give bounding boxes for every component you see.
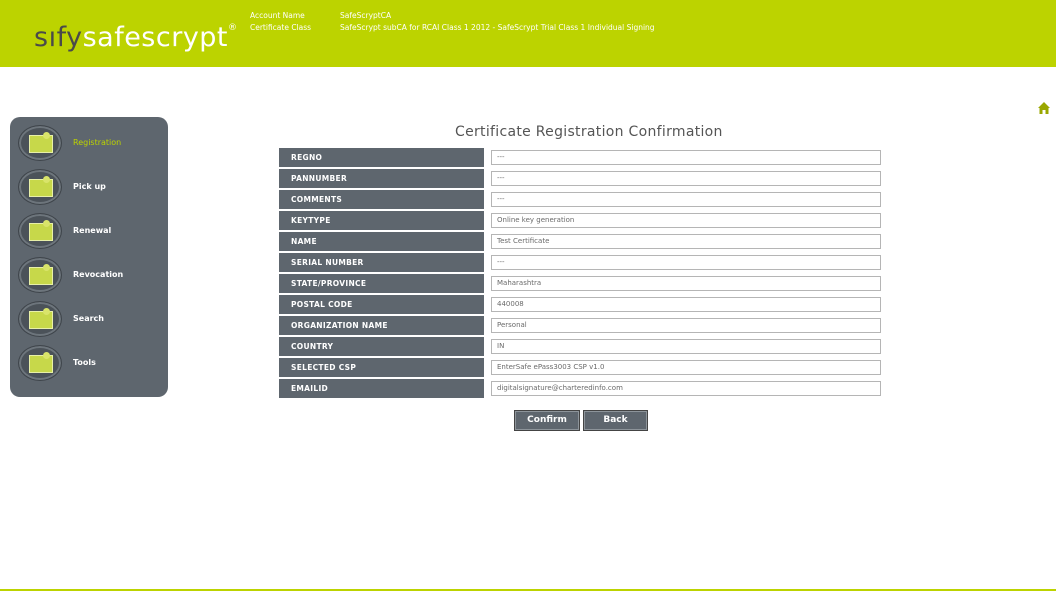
sidebar-item-renewal[interactable]: Renewal	[10, 213, 168, 253]
field-label: COMMENTS	[279, 190, 484, 209]
field-label: NAME	[279, 232, 484, 251]
certificate-edit-icon	[18, 125, 62, 161]
table-row: COUNTRY IN	[279, 337, 881, 356]
home-icon[interactable]	[1037, 101, 1051, 115]
sidebar-item-registration[interactable]: Registration	[10, 125, 168, 165]
sidebar-item-label: Renewal	[73, 226, 112, 235]
table-row: COMMENTS ---	[279, 190, 881, 209]
table-row: STATE/PROVINCE Maharashtra	[279, 274, 881, 293]
field-label: PANNUMBER	[279, 169, 484, 188]
field-label: STATE/PROVINCE	[279, 274, 484, 293]
logo-safescrypt-text: safescrypt	[82, 22, 229, 53]
back-button[interactable]: Back	[583, 410, 648, 431]
field-label: SERIAL NUMBER	[279, 253, 484, 272]
sidebar-nav: Registration Pick up Renewal Revocation …	[10, 117, 168, 397]
field-value: Online key generation	[491, 213, 881, 228]
field-value: ---	[491, 150, 881, 165]
field-label: KEYTYPE	[279, 211, 484, 230]
field-value: 440008	[491, 297, 881, 312]
sidebar-item-pickup[interactable]: Pick up	[10, 169, 168, 209]
table-row: REGNO ---	[279, 148, 881, 167]
certificate-revoke-icon	[18, 257, 62, 293]
field-value: digitalsignature@charteredinfo.com	[491, 381, 881, 396]
sidebar-item-label: Revocation	[73, 270, 124, 279]
sidebar-item-search[interactable]: Search	[10, 301, 168, 341]
certificate-tools-icon	[18, 345, 62, 381]
field-label: ORGANIZATION NAME	[279, 316, 484, 335]
account-info-values: SafeScryptCA SafeScrypt subCA for RCAI C…	[340, 10, 655, 34]
account-info-labels: Account Name Certificate Class	[250, 10, 311, 34]
sidebar-item-label: Pick up	[73, 182, 106, 191]
table-row: POSTAL CODE 440008	[279, 295, 881, 314]
sify-safescrypt-logo[interactable]: sıfysafescrypt®	[34, 18, 238, 54]
field-value: IN	[491, 339, 881, 354]
field-value: ---	[491, 171, 881, 186]
field-label: REGNO	[279, 148, 484, 167]
field-value: EnterSafe ePass3003 CSP v1.0	[491, 360, 881, 375]
certificate-renew-icon	[18, 213, 62, 249]
sidebar-item-label: Tools	[73, 358, 96, 367]
page-title: Certificate Registration Confirmation	[455, 124, 723, 140]
field-label: EMAILID	[279, 379, 484, 398]
field-value: Test Certificate	[491, 234, 881, 249]
field-label: SELECTED CSP	[279, 358, 484, 377]
account-name-value: SafeScryptCA	[340, 11, 392, 20]
table-row: PANNUMBER ---	[279, 169, 881, 188]
field-value: Personal	[491, 318, 881, 333]
field-value: ---	[491, 255, 881, 270]
header-bar: sıfysafescrypt® Account Name Certificate…	[0, 0, 1056, 67]
field-value: Maharashtra	[491, 276, 881, 291]
table-row: SELECTED CSP EnterSafe ePass3003 CSP v1.…	[279, 358, 881, 377]
sidebar-item-label: Search	[73, 314, 104, 323]
certificate-class-label: Certificate Class	[250, 23, 312, 32]
sidebar-item-revocation[interactable]: Revocation	[10, 257, 168, 297]
table-row: KEYTYPE Online key generation	[279, 211, 881, 230]
table-row: SERIAL NUMBER ---	[279, 253, 881, 272]
certificate-search-icon	[18, 301, 62, 337]
logo-trademark: ®	[228, 23, 238, 33]
field-label: POSTAL CODE	[279, 295, 484, 314]
table-row: EMAILID digitalsignature@charteredinfo.c…	[279, 379, 881, 398]
sidebar-item-label: Registration	[73, 138, 122, 147]
table-row: NAME Test Certificate	[279, 232, 881, 251]
logo-sify-text: sıfy	[34, 22, 83, 53]
certificate-class-value: SafeScrypt subCA for RCAI Class 1 2012 -…	[340, 23, 655, 32]
field-value: ---	[491, 192, 881, 207]
sidebar-item-tools[interactable]: Tools	[10, 345, 168, 385]
certificate-download-icon	[18, 169, 62, 205]
table-row: ORGANIZATION NAME Personal	[279, 316, 881, 335]
confirm-button[interactable]: Confirm	[514, 410, 580, 431]
field-label: COUNTRY	[279, 337, 484, 356]
account-name-label: Account Name	[250, 11, 305, 20]
